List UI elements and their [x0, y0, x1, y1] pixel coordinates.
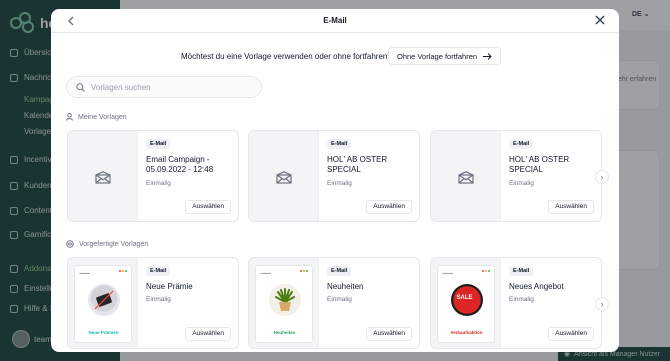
sale-label: SALE	[456, 295, 473, 301]
preview-dots	[118, 270, 127, 272]
sale-illustration: SALE	[450, 284, 483, 316]
template-thumbnail	[249, 131, 319, 221]
template-card[interactable]: ▬▬▬ Neue Prämien E-Mail Neue Prämie Einm…	[67, 257, 239, 349]
template-thumbnail: ▬▬▬ Neue Prämien	[68, 258, 138, 348]
template-question: Möchtest du eine Vorlage verwenden oder …	[181, 52, 392, 61]
template-frequency: Einmalig	[146, 296, 171, 303]
template-frequency: Einmalig	[327, 296, 352, 303]
modal-header: E-Mail	[51, 9, 619, 33]
email-preview: ▬▬▬ Neue Prämien	[73, 265, 132, 343]
user-icon	[66, 113, 73, 121]
email-preview: ▬▬▬ Neuheiten	[254, 265, 313, 343]
preview-caption: Verkaufsaktion	[450, 330, 483, 335]
select-button[interactable]: Auswählen	[185, 200, 231, 214]
preview-caption: Neue Prämien	[88, 330, 119, 335]
carousel-next-button[interactable]: ›	[595, 297, 609, 311]
template-card[interactable]: E-Mail HOL' AB OSTER SPECIAL Einmalig Au…	[248, 130, 420, 222]
template-frequency: Einmalig	[509, 296, 534, 303]
select-button[interactable]: Auswählen	[185, 327, 231, 341]
template-thumbnail	[68, 131, 138, 221]
chevron-right-icon: ›	[600, 299, 604, 309]
template-card[interactable]: E-Mail HOL' AB OSTER SPECIAL Einmalig Au…	[430, 130, 602, 222]
select-button[interactable]: Auswählen	[548, 327, 594, 341]
gift-card-illustration	[87, 284, 120, 316]
plant-illustration	[268, 284, 301, 316]
template-search[interactable]	[66, 76, 262, 98]
template-title: HOL' AB OSTER SPECIAL	[327, 155, 388, 174]
template-title: Email Campaign - 05.09.2022 - 12:48	[146, 155, 214, 174]
preview-header: ▬▬▬	[442, 271, 454, 275]
preview-header: ▬▬▬	[260, 271, 272, 275]
section-label: Vorgefertigte Vorlagen	[79, 240, 149, 248]
close-button[interactable]	[593, 14, 607, 28]
my-templates-heading: Meine Vorlagen	[66, 113, 127, 121]
template-title: Neues Angebot	[509, 282, 564, 291]
channel-badge: E-Mail	[146, 266, 171, 276]
preview-dots	[481, 270, 490, 272]
preview-header: ▬▬▬	[79, 271, 91, 275]
envelope-icon	[457, 170, 474, 184]
continue-without-template-button[interactable]: Ohne Vorlage fortfahren	[388, 47, 502, 65]
close-icon	[595, 15, 605, 25]
carousel-next-button[interactable]: ›	[595, 170, 609, 184]
section-label: Meine Vorlagen	[78, 113, 127, 121]
select-button[interactable]: Auswählen	[548, 200, 594, 214]
template-thumbnail	[431, 131, 501, 221]
email-preview: ▬▬▬ SALE Verkaufsaktion	[436, 265, 495, 343]
template-frequency: Einmalig	[327, 180, 352, 187]
template-title: Neue Prämie	[146, 282, 193, 291]
prebuilt-templates-heading: Vorgefertigte Vorlagen	[66, 240, 148, 248]
preview-caption: Neuheiten	[273, 330, 296, 335]
channel-badge: E-Mail	[509, 139, 534, 149]
select-button[interactable]: Auswählen	[366, 327, 412, 341]
template-title: Neuheiten	[327, 282, 364, 291]
template-card[interactable]: ▬▬▬ SALE Verkaufsaktion E-Mail Neues Ang…	[430, 257, 602, 349]
select-button[interactable]: Auswählen	[366, 200, 412, 214]
template-modal: E-Mail Möchtest du eine Vorlage verwende…	[51, 9, 619, 352]
template-card[interactable]: ▬▬▬ Neuheiten E-Mail Neuheiten Einmalig …	[248, 257, 420, 349]
arrow-right-icon	[483, 52, 492, 60]
search-icon	[76, 82, 85, 92]
channel-badge: E-Mail	[327, 266, 352, 276]
template-frequency: Einmalig	[146, 180, 171, 187]
envelope-icon	[94, 170, 111, 184]
template-card[interactable]: E-Mail Email Campaign - 05.09.2022 - 12:…	[67, 130, 239, 222]
layers-icon	[66, 240, 74, 248]
channel-badge: E-Mail	[509, 266, 534, 276]
channel-badge: E-Mail	[146, 139, 171, 149]
modal-title: E-Mail	[323, 16, 347, 25]
template-frequency: Einmalig	[509, 180, 534, 187]
preview-dots	[299, 270, 308, 272]
continue-label: Ohne Vorlage fortfahren	[397, 51, 478, 61]
template-thumbnail: ▬▬▬ Neuheiten	[249, 258, 319, 348]
template-thumbnail: ▬▬▬ SALE Verkaufsaktion	[431, 258, 501, 348]
search-input[interactable]	[91, 82, 251, 92]
template-title: HOL' AB OSTER SPECIAL	[509, 155, 570, 174]
envelope-icon	[275, 170, 292, 184]
channel-badge: E-Mail	[327, 139, 352, 149]
chevron-right-icon: ›	[600, 172, 604, 182]
